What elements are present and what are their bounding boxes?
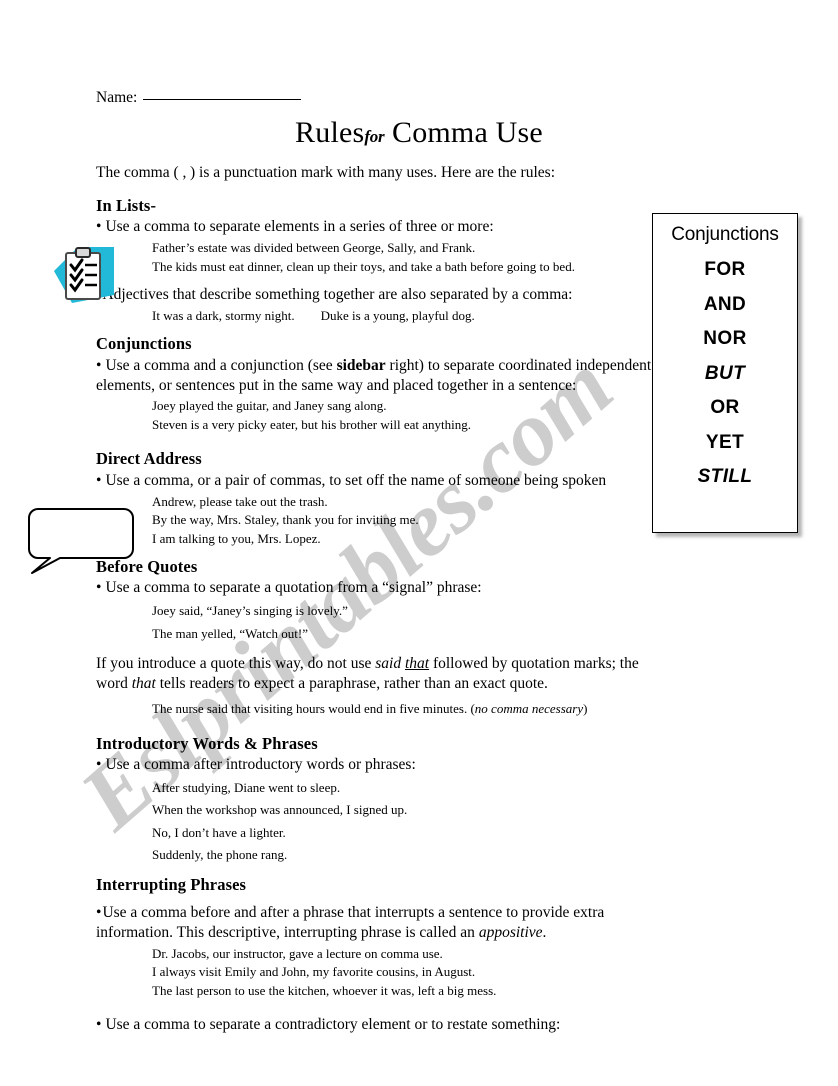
- sidebar-item-yet: YET: [705, 431, 745, 453]
- sidebar-item-or: OR: [710, 397, 740, 418]
- heading-introductory: Introductory Words & Phrases: [96, 733, 318, 753]
- heading-before-quotes: Before Quotes: [96, 557, 198, 576]
- example-line: By the way, Mrs. Staley, thank you for i…: [152, 512, 419, 528]
- bullet-conjunctions-text-1: Use a comma and a conjunction (see: [105, 356, 337, 374]
- bullet-dot-icon: •: [96, 471, 102, 489]
- sidebar-item-nor: NOR: [703, 328, 747, 349]
- bullet-introductory-text: Use a comma after introductory words or …: [105, 756, 416, 774]
- sidebar-item-still: STILL: [697, 466, 753, 487]
- note-text: The nurse said that visiting hours would…: [152, 701, 475, 717]
- bullet-dot-icon: •: [96, 579, 102, 597]
- bullet-lists-2-text: Adjectives that describe something toget…: [102, 286, 573, 304]
- sidebar-item-and: AND: [703, 293, 747, 315]
- bullet-before-quotes-text: Use a comma to separate a quotation from…: [105, 579, 482, 597]
- example-line: Andrew, please take out the trash.: [152, 493, 328, 509]
- bullet-interrupting-italic: appositive: [478, 923, 543, 941]
- heading-interrupting: Interrupting Phrases: [96, 875, 247, 895]
- bullet-interrupting-2: • Use a comma to separate a contradictory…: [96, 1015, 656, 1035]
- bullet-interrupting-2-text: Use a comma to separate a contradictory …: [105, 1015, 561, 1033]
- worksheet-page: Eslprintables.com Name: Rulesfor Comma U…: [0, 0, 838, 1086]
- title-part-1: Rules: [295, 116, 365, 149]
- bullet-lists-1-text: Use a comma to separate elements in a se…: [105, 218, 494, 236]
- example-line: I am talking to you, Mrs. Lopez.: [152, 530, 321, 546]
- example-line: The kids must eat dinner, clean up their…: [152, 258, 575, 274]
- para-text-3: tells readers to expect a paraphrase, ra…: [155, 675, 548, 693]
- bullet-introductory: • Use a comma after introductory words or…: [96, 755, 656, 775]
- name-input-blank[interactable]: [143, 86, 302, 100]
- sidebar-item-for: FOR: [704, 259, 746, 280]
- note-end: ): [583, 701, 588, 717]
- bullet-lists-1: • Use a comma to separate elements in a s…: [96, 217, 656, 237]
- bullet-before-quotes: • Use a comma to separate a quotation fro…: [96, 578, 656, 598]
- example-line-note: The nurse said that visiting hours would…: [152, 700, 656, 718]
- example-line: When the workshop was announced, I signe…: [152, 802, 408, 818]
- note-italic: no comma necessary: [474, 701, 584, 717]
- para-italic-that: that: [131, 675, 156, 693]
- example-line: No, I don’t have a lighter.: [152, 824, 286, 840]
- bullet-conjunctions: • Use a comma and a conjunction (see side…: [96, 356, 656, 396]
- name-field-row: Name:: [96, 86, 302, 107]
- examples-introductory: After studying, Diane went to sleep. Whe…: [96, 777, 656, 866]
- title-part-3: Comma Use: [391, 116, 543, 149]
- bullet-interrupting-1: •Use a comma before and after a phrase t…: [96, 903, 656, 943]
- example-line: Joey played the guitar, and Janey sang a…: [152, 398, 387, 414]
- bullet-dot-icon: •: [96, 756, 102, 774]
- para-italic-said: said: [375, 655, 405, 673]
- clipboard-checklist-icon: [52, 243, 116, 307]
- examples-conjunctions: Joey played the guitar, and Janey sang a…: [96, 397, 656, 434]
- bullet-interrupting-period: .: [542, 923, 547, 941]
- example-line: Joey said, “Janey’s singing is lovely.”: [152, 603, 348, 619]
- intro-paragraph: The comma ( ‚ ) is a punctuation mark wi…: [96, 164, 555, 181]
- heading-conjunctions: Conjunctions: [96, 334, 192, 354]
- bullet-dot-icon: •: [96, 903, 102, 921]
- paragraph-said-that: If you introduce a quote this way, do no…: [96, 654, 656, 694]
- bullet-conjunctions-bold: sidebar: [336, 356, 386, 374]
- speech-bubble-icon: [28, 505, 140, 577]
- conjunctions-sidebar: Conjunctions FOR AND NOR BUT OR YET STIL…: [652, 213, 798, 533]
- bullet-direct-address-text: Use a comma, or a pair of commas, to set…: [105, 471, 607, 489]
- worksheet-body: The comma ( ‚ ) is a punctuation mark wi…: [96, 163, 656, 1037]
- bullet-dot-icon: •: [96, 218, 102, 236]
- example-line: The last person to use the kitchen, whoe…: [152, 982, 497, 998]
- example-line: Steven is a very picky eater, but his br…: [152, 416, 471, 432]
- sidebar-title: Conjunctions: [671, 224, 779, 245]
- title-for: for: [364, 127, 385, 146]
- example-line: It was a dark, stormy night. Duke is a y…: [152, 307, 475, 323]
- heading-direct-address: Direct Address: [96, 449, 202, 469]
- example-line: After studying, Diane went to sleep.: [152, 780, 341, 796]
- sidebar-item-but: BUT: [704, 362, 746, 384]
- examples-lists-1: Father’s estate was divided between Geor…: [96, 239, 656, 276]
- example-line: Suddenly, the phone rang.: [152, 847, 288, 863]
- examples-interrupting: Dr. Jacobs, our instructor, gave a lectu…: [96, 945, 656, 1000]
- page-title: Rulesfor Comma Use: [0, 116, 838, 150]
- bullet-dot-icon: •: [96, 1015, 102, 1033]
- example-line: Dr. Jacobs, our instructor, gave a lectu…: [152, 945, 443, 961]
- bullet-direct-address: • Use a comma, or a pair of commas, to se…: [96, 471, 656, 491]
- examples-before-quotes-note: The nurse said that visiting hours would…: [96, 700, 656, 718]
- example-line: Father’s estate was divided between Geor…: [152, 240, 476, 256]
- example-line: The man yelled, “Watch out!”: [152, 625, 308, 641]
- heading-in-lists: In Lists-: [96, 195, 157, 215]
- para-italic-underline-that: that: [404, 655, 430, 673]
- example-line: I always visit Emily and John, my favori…: [152, 964, 476, 980]
- examples-before-quotes: Joey said, “Janey’s singing is lovely.” …: [96, 600, 656, 645]
- bullet-dot-icon: •: [96, 356, 102, 374]
- examples-direct-address: Andrew, please take out the trash. By th…: [96, 493, 656, 548]
- para-text-1: If you introduce a quote this way, do no…: [96, 655, 376, 673]
- name-label: Name:: [96, 89, 138, 106]
- title-part-2: [384, 116, 392, 149]
- bullet-lists-2: •Adjectives that describe something toge…: [96, 285, 656, 305]
- examples-lists-2: It was a dark, stormy night. Duke is a y…: [96, 307, 656, 325]
